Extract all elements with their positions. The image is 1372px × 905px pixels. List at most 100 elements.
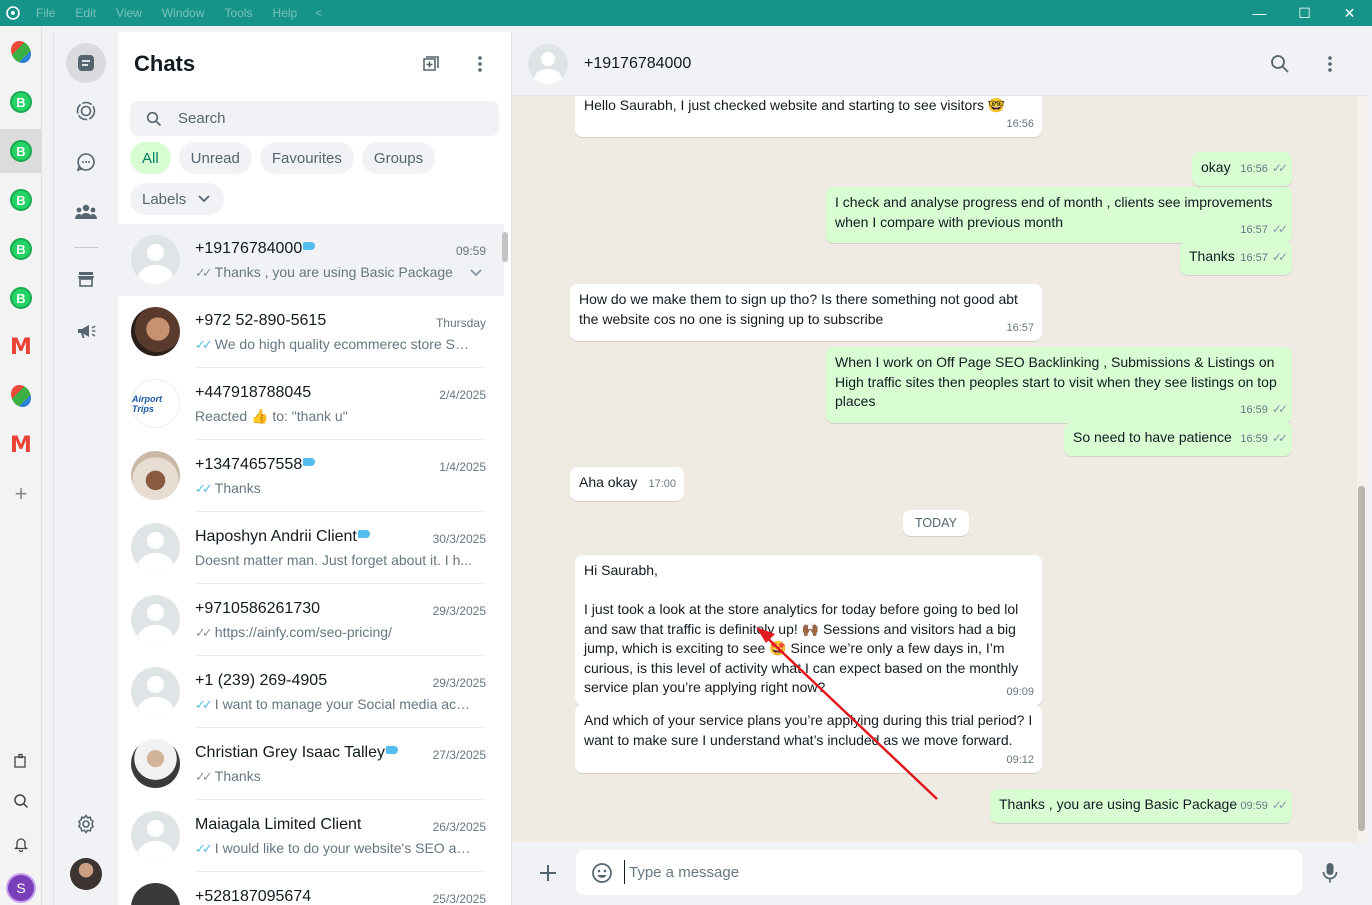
menu-edit[interactable]: Edit: [65, 6, 106, 20]
rail-app-business-5[interactable]: B: [0, 276, 42, 320]
emoji-button[interactable]: [590, 861, 614, 885]
chat-time: 2/4/2025: [439, 388, 486, 402]
labels-dropdown[interactable]: Labels: [130, 183, 225, 215]
menu-help[interactable]: Help: [263, 6, 308, 20]
labels-label: Labels: [142, 190, 187, 208]
search-bar[interactable]: [130, 101, 499, 136]
chat-time: 09:59: [455, 244, 486, 258]
message-text: Aha okay: [579, 474, 638, 490]
message-time: 17:00: [648, 478, 676, 490]
rail-app-gmail-1[interactable]: M: [0, 325, 42, 369]
menu-file[interactable]: File: [26, 6, 65, 20]
outgoing-message[interactable]: okay 16:56 ✓✓: [1192, 152, 1292, 186]
channels-icon: [76, 153, 95, 172]
menu-view[interactable]: View: [106, 6, 152, 20]
message-list: TODAY Hello Saurabh, I just checked webs…: [512, 96, 1357, 842]
add-app-button[interactable]: +: [0, 472, 42, 516]
gear-icon: [77, 814, 95, 834]
day-divider: TODAY: [903, 510, 969, 536]
nav-settings[interactable]: [66, 804, 106, 844]
menu-tools[interactable]: Tools: [215, 6, 263, 20]
menu-window[interactable]: Window: [152, 6, 215, 20]
message-time: 16:57: [1240, 223, 1268, 236]
rail-app-business-3[interactable]: B: [0, 178, 42, 222]
parrot-app-icon: [11, 385, 31, 407]
nav-advertise[interactable]: [66, 311, 106, 351]
chat-list-item[interactable]: +528187095674 25/3/2025: [118, 872, 504, 905]
message-time: 09:59: [1240, 800, 1268, 812]
message-input-box[interactable]: [576, 850, 1302, 895]
rail-app-gmail-2[interactable]: M: [0, 423, 42, 467]
extensions-button[interactable]: [0, 739, 42, 783]
filter-groups[interactable]: Groups: [361, 142, 436, 174]
filter-favourites[interactable]: Favourites: [259, 142, 354, 174]
nav-catalog[interactable]: [66, 259, 106, 299]
rail-search-button[interactable]: [0, 779, 42, 823]
outgoing-message[interactable]: When I work on Off Page SEO Backlinking …: [826, 347, 1292, 423]
search-messages-button[interactable]: [1268, 52, 1292, 76]
nav-chats[interactable]: [66, 43, 106, 83]
minimize-button[interactable]: —: [1237, 0, 1282, 26]
chevron-down-icon[interactable]: [470, 266, 482, 280]
more-vertical-icon: [1328, 56, 1332, 72]
search-input[interactable]: [178, 110, 478, 127]
chat-name: +13474657558: [195, 456, 303, 473]
rail-app-business-1[interactable]: B: [0, 80, 42, 124]
chat-list-menu-button[interactable]: [468, 52, 492, 76]
rail-app-parrot-2[interactable]: [0, 374, 42, 418]
back-icon[interactable]: <: [307, 6, 330, 20]
incoming-message[interactable]: Hi Saurabh, I just took a look at the st…: [575, 555, 1042, 706]
message-scrollbar[interactable]: [1357, 96, 1367, 842]
contact-name[interactable]: +19176784000: [584, 55, 691, 73]
megaphone-icon: [78, 325, 96, 338]
chat-list-item[interactable]: +1 (239) 269-4905 29/3/2025 ✓✓ I want to ma…: [118, 656, 504, 728]
rail-app-business-4[interactable]: B: [0, 227, 42, 271]
chat-name: +972 52-890-5615: [195, 312, 327, 329]
conversation-menu-button[interactable]: [1318, 52, 1342, 76]
chat-list-item[interactable]: Airport Trips +447918788045 2/4/2025 Reacte…: [118, 368, 504, 440]
parrot-app-icon: [11, 41, 31, 63]
rail-app-business-2[interactable]: B: [0, 129, 42, 173]
chat-filters: All Unread Favourites Groups: [130, 142, 436, 174]
message-text: okay: [1201, 159, 1231, 175]
incoming-message[interactable]: Hello Saurabh, I just checked website an…: [575, 96, 1042, 137]
close-button[interactable]: ✕: [1327, 0, 1372, 26]
voice-message-button[interactable]: [1318, 861, 1342, 885]
chat-avatar: [131, 451, 180, 500]
chat-list-item[interactable]: +13474657558 1/4/2025 ✓✓ Thanks: [118, 440, 504, 512]
nav-status[interactable]: [66, 91, 106, 131]
rail-app-parrot[interactable]: [0, 30, 42, 74]
chat-list-item[interactable]: Christian Grey Isaac Talley 27/3/2025 ✓✓ Th…: [118, 728, 504, 800]
chat-name: Christian Grey Isaac Talley: [195, 744, 385, 761]
incoming-message[interactable]: And which of your service plans you’re a…: [575, 705, 1042, 773]
message-scrollbar-thumb[interactable]: [1358, 486, 1365, 831]
nav-communities[interactable]: [66, 192, 106, 232]
outgoing-message[interactable]: So need to have patience 16:59 ✓✓: [1064, 422, 1292, 456]
filter-all[interactable]: All: [130, 142, 171, 174]
double-check-icon: ✓✓: [195, 265, 213, 280]
outgoing-message[interactable]: Thanks , you are using Basic Package 09:5…: [990, 789, 1292, 823]
filter-unread[interactable]: Unread: [178, 142, 252, 174]
maximize-button[interactable]: ☐: [1282, 0, 1327, 26]
incoming-message[interactable]: How do we make them to sign up tho? Is t…: [570, 284, 1042, 341]
outgoing-message[interactable]: Thanks 16:57 ✓✓: [1180, 241, 1292, 275]
notifications-button[interactable]: [0, 822, 42, 866]
outgoing-message[interactable]: I check and analyse progress end of mont…: [826, 187, 1292, 243]
chat-avatar: [131, 883, 180, 905]
nav-channels[interactable]: [66, 142, 106, 182]
chat-list-item[interactable]: Haposhyn Andrii Client 30/3/2025 Doesnt ma…: [118, 512, 504, 584]
profile-button[interactable]: S: [0, 866, 42, 905]
new-chat-button[interactable]: [419, 52, 443, 76]
chat-list-item[interactable]: +9710586261730 29/3/2025 ✓✓ https://ainfy.c…: [118, 584, 504, 656]
attach-button[interactable]: [536, 861, 560, 885]
chat-list-scrollbar[interactable]: [502, 232, 508, 262]
app-rail: B B B B B M M + S: [0, 26, 42, 905]
my-profile-avatar[interactable]: [70, 858, 102, 890]
message-input[interactable]: [624, 860, 1284, 884]
conversation-header[interactable]: +19176784000: [512, 32, 1367, 96]
incoming-message[interactable]: Aha okay 17:00: [570, 467, 684, 501]
chat-list-item[interactable]: +19176784000 09:59 ✓✓ Thanks , you are usin…: [118, 224, 504, 296]
contact-avatar[interactable]: [528, 44, 568, 84]
chat-list-item[interactable]: Maiagala Limited Client 26/3/2025 ✓✓ I woul…: [118, 800, 504, 872]
chat-list-item[interactable]: +972 52-890-5615 Thursday ✓✓ We do high qua…: [118, 296, 504, 368]
